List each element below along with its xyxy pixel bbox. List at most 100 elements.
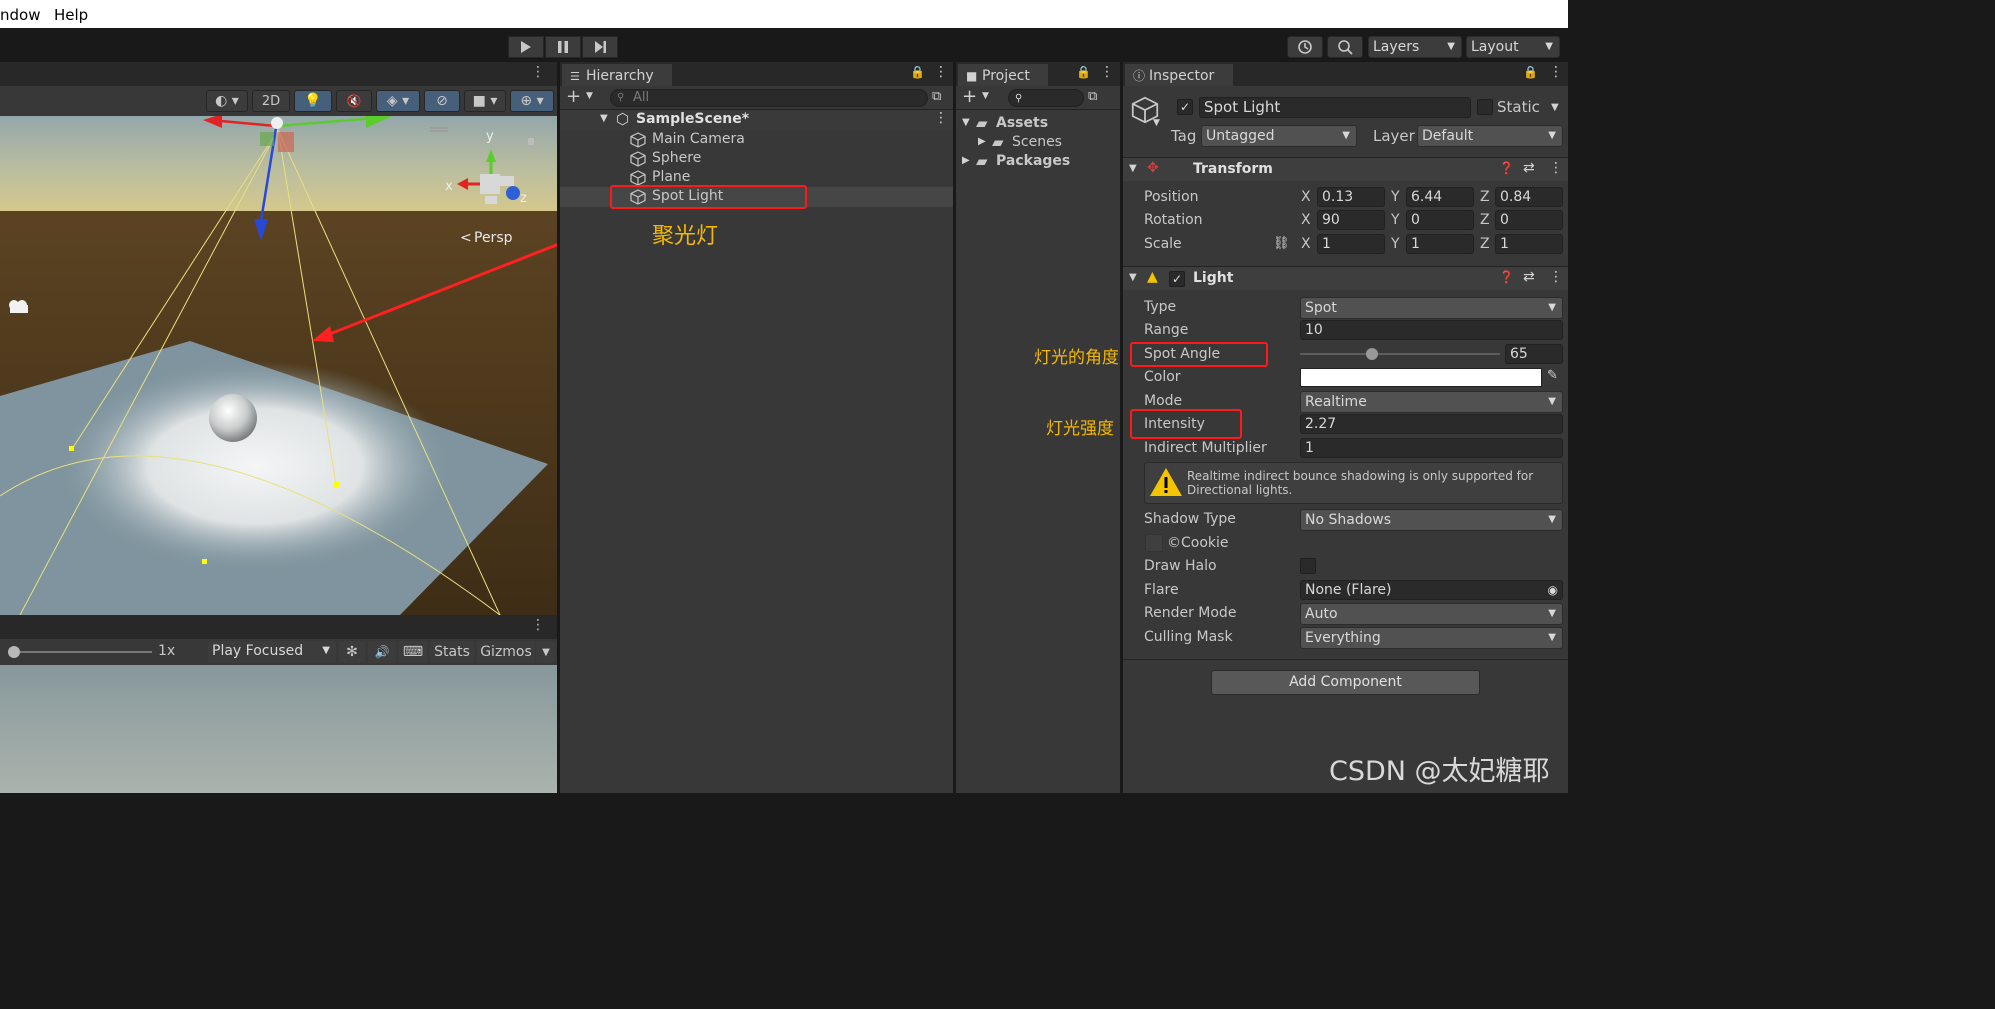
camera-gizmo-icon[interactable] [9, 300, 28, 313]
layout-dropdown[interactable]: Layout ▼ [1466, 36, 1560, 58]
flare-field[interactable]: None (Flare) ◉ [1300, 580, 1563, 600]
stats-keyboard-button[interactable]: ⌨ [399, 641, 427, 663]
intensity-input[interactable]: 2.27 [1300, 414, 1563, 434]
audio-toggle[interactable]: 🔇 [336, 90, 372, 112]
camera-settings-button[interactable]: ■ ▾ [464, 90, 506, 112]
object-picker-icon[interactable]: ◉ [1548, 581, 1558, 599]
search-button[interactable] [1327, 36, 1363, 58]
list-item[interactable]: ▶ ▰ Scenes [956, 133, 1120, 153]
pause-button[interactable] [545, 36, 581, 58]
lock-icon[interactable]: 🔒 [1523, 65, 1538, 79]
chevron-right-icon[interactable]: ▶ [962, 155, 970, 166]
rotation-z-input[interactable]: 0 [1495, 210, 1563, 230]
position-z-input[interactable]: 0.84 [1495, 187, 1563, 207]
mode-dropdown[interactable]: Realtime ▼ [1300, 391, 1563, 413]
tab-inspector[interactable]: ⓘ Inspector [1125, 64, 1233, 86]
history-button[interactable] [1287, 36, 1323, 58]
indirect-multiplier-input[interactable]: 1 [1300, 438, 1563, 458]
draw-halo-checkbox[interactable] [1300, 558, 1316, 574]
scene-viewport[interactable]: y x z Persp < [0, 116, 557, 615]
expand-icon[interactable]: ⧉ [932, 89, 941, 104]
light-header[interactable]: ▼ ▲ ✓ Light ❓ ⇄ ⋮ [1123, 266, 1568, 290]
range-input[interactable]: 10 [1300, 320, 1563, 340]
gizmo-handle[interactable] [202, 559, 207, 564]
menu-help[interactable]: Help [54, 6, 88, 24]
play-mode-dropdown[interactable]: Play Focused ▼ [208, 641, 336, 663]
preset-icon[interactable]: ⇄ [1523, 160, 1535, 176]
gizmo-handle[interactable] [69, 446, 74, 451]
tab-hierarchy[interactable]: ☰ Hierarchy [562, 64, 672, 86]
color-swatch[interactable] [1300, 368, 1542, 387]
mute-audio-button[interactable]: 🔊 [368, 641, 396, 663]
play-button[interactable] [508, 36, 544, 58]
gizmos-dropdown-arrow[interactable]: ▼ [536, 641, 556, 663]
stats-button[interactable]: Stats [430, 641, 474, 663]
more-icon[interactable]: ⋮ [934, 64, 948, 80]
step-button[interactable] [582, 36, 618, 58]
tag-dropdown[interactable]: Untagged ▼ [1201, 125, 1357, 147]
chevron-down-icon[interactable]: ▼ [1551, 102, 1559, 113]
layer-dropdown[interactable]: Default ▼ [1417, 125, 1563, 147]
spot-angle-slider-thumb[interactable] [1366, 348, 1378, 360]
more-icon[interactable]: ⋮ [531, 617, 545, 633]
chevron-down-icon[interactable]: ▼ [962, 117, 970, 128]
active-checkbox[interactable]: ✓ [1177, 99, 1193, 115]
lighting-toggle[interactable]: 💡 [294, 90, 332, 112]
type-dropdown[interactable]: Spot ▼ [1300, 297, 1563, 319]
chevron-down-icon[interactable]: ▼ [600, 113, 608, 124]
more-icon[interactable]: ⋮ [531, 64, 545, 80]
spot-angle-slider[interactable] [1300, 353, 1500, 355]
eyedropper-icon[interactable]: ✎ [1547, 368, 1558, 383]
rotation-x-input[interactable]: 90 [1317, 210, 1385, 230]
preset-icon[interactable]: ⇄ [1523, 269, 1535, 285]
shading-mode-button[interactable]: ◐ ▾ [206, 90, 248, 112]
spot-angle-input[interactable]: 65 [1505, 344, 1563, 364]
add-button[interactable]: + [962, 86, 977, 107]
position-y-input[interactable]: 6.44 [1406, 187, 1474, 207]
effects-toggle[interactable]: ◈ ▾ [376, 90, 420, 112]
cookie-slot[interactable] [1145, 534, 1163, 552]
position-x-input[interactable]: 0.13 [1317, 187, 1385, 207]
render-mode-dropdown[interactable]: Auto ▼ [1300, 603, 1563, 625]
lock-icon[interactable]: 🔒 [1076, 65, 1091, 79]
chevron-right-icon[interactable]: ▶ [978, 136, 986, 147]
hierarchy-search-input[interactable]: ⚲ All [610, 89, 928, 107]
transform-header[interactable]: ▼ ✥ Transform ❓ ⇄ ⋮ [1123, 157, 1568, 181]
culling-mask-dropdown[interactable]: Everything ▼ [1300, 627, 1563, 649]
shadow-type-dropdown[interactable]: No Shadows ▼ [1300, 509, 1563, 531]
add-component-button[interactable]: Add Component [1211, 670, 1480, 695]
link-scale-icon[interactable]: ⛓ [1273, 236, 1290, 251]
more-icon[interactable]: ⋮ [1549, 64, 1563, 80]
help-icon[interactable]: ❓ [1499, 161, 1514, 175]
list-item[interactable]: ▼ ▰ Assets [956, 114, 1120, 134]
tab-project[interactable]: ■ Project [958, 64, 1048, 86]
list-item[interactable]: Sphere [560, 149, 953, 169]
gizmos-toggle[interactable]: ⊕ ▾ [510, 90, 554, 112]
chevron-down-icon[interactable]: ▼ [1153, 118, 1160, 128]
gizmo-handle[interactable] [334, 482, 339, 487]
object-name-input[interactable]: Spot Light [1199, 97, 1471, 118]
rotation-y-input[interactable]: 0 [1406, 210, 1474, 230]
layers-dropdown[interactable]: Layers ▼ [1368, 36, 1462, 58]
visibility-toggle[interactable]: ⊘ [424, 90, 460, 112]
light-enabled-checkbox[interactable]: ✓ [1169, 271, 1185, 287]
more-icon[interactable]: ⋮ [1549, 269, 1563, 285]
menu-window[interactable]: ndow [0, 6, 40, 24]
list-item[interactable]: Main Camera [560, 130, 953, 150]
more-icon[interactable]: ⋮ [1100, 64, 1114, 80]
help-icon[interactable]: ❓ [1499, 270, 1514, 284]
chevron-down-icon[interactable]: ▼ [1129, 163, 1137, 174]
2d-toggle[interactable]: 2D [252, 90, 290, 112]
gizmos-button[interactable]: Gizmos [477, 641, 535, 663]
scene-row[interactable]: ▼ ⬡ SampleScene* ⋮ [560, 110, 953, 130]
static-checkbox[interactable] [1477, 99, 1493, 115]
chevron-down-icon[interactable]: ▼ [1129, 272, 1137, 283]
scale-x-input[interactable]: 1 [1317, 234, 1385, 254]
add-button[interactable]: + [566, 86, 581, 107]
scale-z-input[interactable]: 1 [1495, 234, 1563, 254]
scale-slider-thumb[interactable] [8, 646, 20, 658]
project-search-input[interactable]: ⚲ [1008, 89, 1084, 107]
persp-label[interactable]: Persp [474, 230, 513, 246]
filter-icon[interactable]: ⧉ [1088, 89, 1097, 104]
scale-slider-track[interactable] [14, 651, 152, 653]
